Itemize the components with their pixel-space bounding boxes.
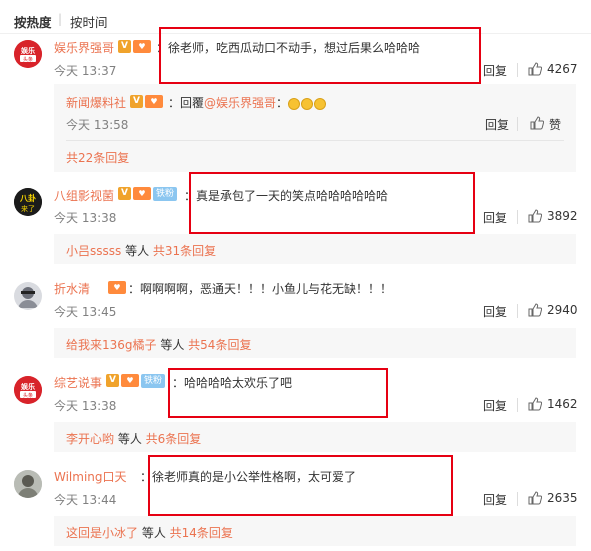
fan-badge: 铁粉 — [153, 186, 178, 201]
username[interactable]: 娱乐界强哥 — [54, 39, 114, 56]
svg-text:来了: 来了 — [21, 205, 35, 213]
user-badges: V ♥ 铁粉 — [118, 186, 178, 201]
reply-divider — [66, 140, 564, 141]
reply-button[interactable]: 回复 — [483, 209, 507, 226]
reply-panel: 新闻爆料社 V ♥ ：回覆@娱乐界强哥： 今天 13:58 回复 赞 共22条回复 — [54, 84, 576, 172]
like-icon[interactable] — [528, 209, 542, 223]
comment-time: 今天 13:44 — [54, 493, 117, 507]
comment-text: ：啊啊啊啊，恶通天！！！小鱼儿与花无缺！！！ — [128, 282, 393, 296]
laugh-emoji-icon — [314, 97, 327, 110]
mention-link[interactable]: @娱乐界强哥 — [204, 96, 276, 110]
like-icon[interactable] — [528, 491, 542, 505]
svg-text:娱乐: 娱乐 — [21, 46, 35, 55]
reply-button[interactable]: 回复 — [483, 303, 507, 320]
like-label[interactable]: 赞 — [549, 116, 561, 133]
avatar-logo-icon: 娱乐 头条 — [14, 376, 42, 404]
avatar-logo-icon: 八卦 来了 — [14, 188, 42, 216]
highlight-box — [148, 455, 453, 516]
verified-icon: V — [118, 40, 131, 53]
reply-time: 今天 13:58 — [66, 118, 129, 132]
reply-button[interactable]: 回复 — [483, 62, 507, 79]
avatar[interactable]: 娱乐 头条 — [14, 40, 42, 68]
avatar[interactable] — [14, 470, 42, 498]
laugh-emoji-icon — [301, 97, 314, 110]
verified-icon: V — [106, 374, 119, 387]
more-replies-link[interactable]: 小吕sssss 等人 共31条回复 — [66, 242, 216, 259]
reply-button[interactable]: 回复 — [485, 116, 509, 133]
comment-item: Wilming口天 ：徐老师真的是小公举性格啊，太可爱了 今天 13:44 回复… — [0, 455, 591, 551]
like-count: 2940 — [547, 303, 578, 317]
username[interactable]: 折水清 — [54, 280, 90, 297]
comment-item: 折水清 ♥ ：啊啊啊啊，恶通天！！！小鱼儿与花无缺！！！ 今天 13:45 回复… — [0, 274, 591, 360]
svg-text:八卦: 八卦 — [19, 193, 36, 203]
divider — [517, 492, 518, 506]
divider — [517, 117, 518, 131]
reply-user-badges: V ♥ — [130, 94, 165, 108]
more-replies-link[interactable]: 共22条回复 — [66, 149, 129, 166]
like-icon[interactable] — [530, 116, 544, 130]
like-count: 3892 — [547, 209, 578, 223]
comment-time: 今天 13:37 — [54, 64, 117, 78]
avatar[interactable] — [14, 282, 42, 310]
svg-text:头条: 头条 — [23, 392, 33, 399]
svg-text:头条: 头条 — [23, 56, 33, 63]
reply-panel: 这回是小冰了 等人 共14条回复 — [54, 516, 576, 546]
like-icon[interactable] — [528, 303, 542, 317]
avatar[interactable]: 八卦 来了 — [14, 188, 42, 216]
comment-time: 今天 13:38 — [54, 211, 117, 225]
fan-level-icon: ♥ — [133, 40, 151, 53]
like-icon[interactable] — [528, 397, 542, 411]
username[interactable]: Wilming口天 — [54, 468, 127, 485]
divider — [517, 398, 518, 412]
divider — [517, 304, 518, 318]
more-replies-link[interactable]: 李开心哟 等人 共6条回复 — [66, 430, 201, 447]
comment-item: 娱乐 头条 娱乐界强哥 V ♥ ：徐老师，吃西瓜动口不动手，想过后果么哈哈哈 今天… — [0, 27, 591, 178]
highlight-box — [168, 368, 388, 418]
verified-icon: V — [130, 95, 143, 108]
username[interactable]: 综艺说事 — [54, 374, 102, 391]
fan-level-icon: ♥ — [145, 95, 163, 108]
reply-button[interactable]: 回复 — [483, 491, 507, 508]
highlight-box — [189, 172, 475, 234]
reply-panel: 小吕sssss 等人 共31条回复 — [54, 234, 576, 264]
verified-icon: V — [118, 187, 131, 200]
fan-level-icon: ♥ — [133, 187, 151, 200]
comment-time: 今天 13:38 — [54, 399, 117, 413]
more-replies-link[interactable]: 给我来136g橘子 等人 共54条回复 — [66, 336, 251, 353]
sort-separator: | — [58, 12, 63, 26]
user-badges: V ♥ — [118, 39, 153, 53]
sort-by-time[interactable]: 按时间 — [70, 12, 108, 31]
reply-button[interactable]: 回复 — [483, 397, 507, 414]
comment-time: 今天 13:45 — [54, 305, 117, 319]
user-badges: V ♥ 铁粉 — [106, 373, 166, 388]
sort-by-hot[interactable]: 按热度 — [14, 12, 52, 31]
like-icon[interactable] — [528, 62, 542, 76]
user-badges: ♥ — [108, 280, 128, 294]
more-replies-link[interactable]: 这回是小冰了 等人 共14条回复 — [66, 524, 233, 541]
fan-badge: 铁粉 — [141, 373, 166, 388]
username[interactable]: 八组影视菌 — [54, 187, 114, 204]
fan-level-icon: ♥ — [121, 374, 139, 387]
avatar[interactable]: 娱乐 头条 — [14, 376, 42, 404]
svg-text:娱乐: 娱乐 — [21, 382, 35, 391]
comment-item: 娱乐 头条 综艺说事 V ♥ 铁粉 ：哈哈哈哈太欢乐了吧 今天 13:38 回复 1… — [0, 368, 591, 454]
divider — [517, 210, 518, 224]
like-count: 2635 — [547, 491, 578, 505]
avatar-photo-icon — [14, 470, 42, 498]
comment-item: 八卦 来了 八组影视菌 V ♥ 铁粉 ：真是承包了一天的笑点哈哈哈哈哈哈 今天 13… — [0, 172, 591, 270]
highlight-box — [159, 27, 481, 84]
avatar-logo-icon: 娱乐 头条 — [14, 40, 42, 68]
laugh-emoji-icon — [288, 97, 301, 110]
like-count: 4267 — [547, 62, 578, 76]
reply-panel: 李开心哟 等人 共6条回复 — [54, 422, 576, 452]
reply-text: ：回覆@娱乐界强哥： — [168, 94, 327, 111]
divider — [517, 63, 518, 77]
avatar-photo-icon — [14, 282, 42, 310]
reply-username[interactable]: 新闻爆料社 — [66, 94, 126, 111]
fan-level-icon: ♥ — [108, 281, 126, 294]
reply-panel: 给我来136g橘子 等人 共54条回复 — [54, 328, 576, 358]
like-count: 1462 — [547, 397, 578, 411]
